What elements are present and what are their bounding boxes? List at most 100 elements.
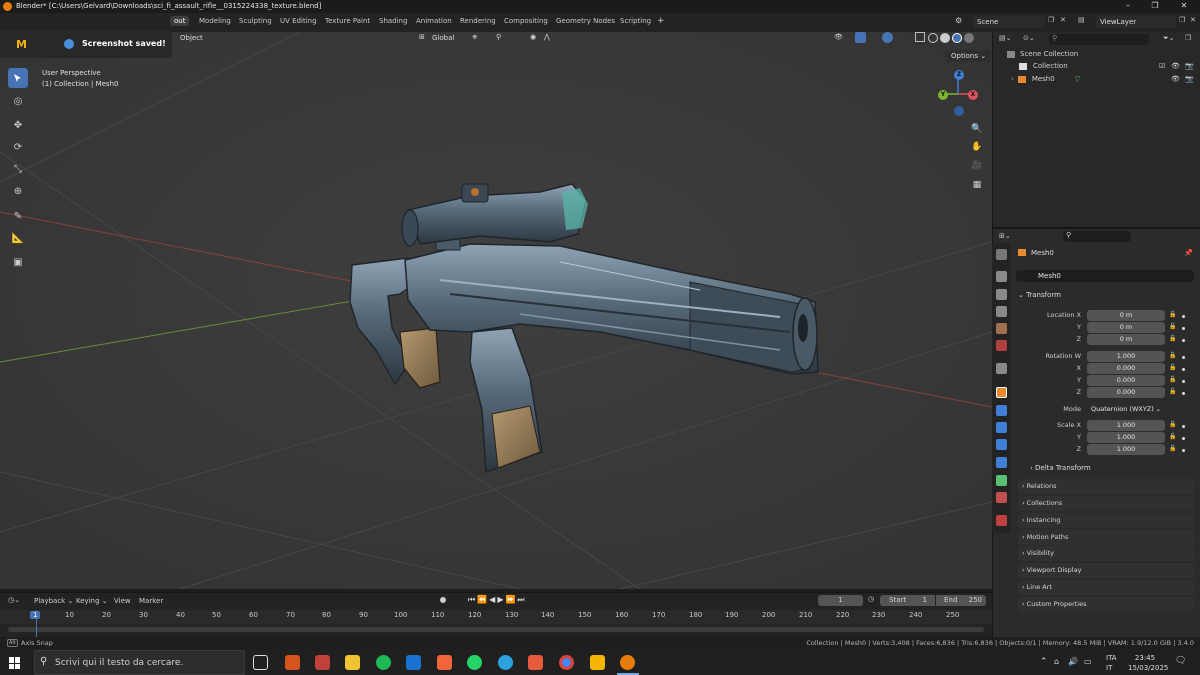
texture-tab-icon[interactable]: [996, 515, 1007, 526]
tab-layout[interactable]: out: [170, 16, 190, 26]
measure-tool-icon[interactable]: 📐: [8, 228, 28, 248]
outliner-row-collection[interactable]: Collection ☑ 👁 📷: [1019, 62, 1199, 70]
panel-instancing[interactable]: › Instancing: [1018, 513, 1194, 528]
scale-tool-icon[interactable]: ⤡: [8, 159, 28, 179]
keyframe-dot[interactable]: [1182, 437, 1185, 440]
display-mode-icon[interactable]: ⊙⌄: [1023, 34, 1035, 42]
keyframe-dot[interactable]: [1182, 356, 1185, 359]
pan-hand-icon[interactable]: ✋: [969, 139, 985, 155]
collection-checkbox[interactable]: ☑: [1159, 62, 1165, 70]
falloff-icon[interactable]: ⋀: [544, 33, 550, 41]
timeline-scrollbar[interactable]: [8, 627, 984, 632]
lock-icon[interactable]: 🔓: [1169, 352, 1176, 359]
tab-rendering[interactable]: Rendering: [460, 17, 496, 25]
new-collection-icon[interactable]: ❐: [1185, 34, 1191, 42]
expand-arrow-icon[interactable]: ›: [1011, 75, 1014, 83]
network-icon[interactable]: ⌂: [1054, 657, 1059, 666]
transform-header[interactable]: ⌄ Transform: [1018, 291, 1061, 299]
gizmo-z-axis[interactable]: Z: [954, 70, 964, 80]
blender-taskbar-icon[interactable]: [620, 655, 635, 670]
keyframe-dot[interactable]: [1182, 315, 1185, 318]
maximize-button[interactable]: ❐: [1143, 1, 1167, 12]
outlook-icon[interactable]: [406, 655, 421, 670]
3d-viewport[interactable]: ◎ ✥ ⟳ ⤡ ⊕ ✎ 📐 ▣ User Perspective (1) Col…: [0, 32, 992, 589]
lock-icon[interactable]: 🔓: [1169, 421, 1176, 428]
select-box-tool[interactable]: [8, 68, 28, 88]
language-indicator[interactable]: ITA IT: [1106, 653, 1117, 673]
minimize-button[interactable]: –: [1116, 1, 1140, 12]
record-button[interactable]: [440, 597, 446, 603]
clock-icon[interactable]: ◷: [868, 595, 874, 603]
marker-menu[interactable]: Marker: [139, 597, 163, 605]
data-tab-icon[interactable]: [996, 475, 1007, 486]
options-dropdown[interactable]: Options ⌄: [946, 50, 992, 62]
keyframe-dot[interactable]: [1182, 449, 1185, 452]
tab-compositing[interactable]: Compositing: [504, 17, 548, 25]
end-frame-field[interactable]: End 250: [936, 595, 986, 606]
viewlayer-icon[interactable]: ▤: [1078, 16, 1085, 24]
timeline-editor-icon[interactable]: ◷⌄: [8, 596, 20, 604]
outliner-row-mesh[interactable]: › Mesh0 ▽ 👁 📷: [1011, 75, 1199, 83]
telegram-icon[interactable]: [498, 655, 513, 670]
object-name-field[interactable]: Mesh0: [1016, 270, 1194, 282]
panel-visibility[interactable]: › Visibility: [1018, 546, 1194, 561]
view-menu[interactable]: View: [114, 597, 131, 605]
delta-transform-header[interactable]: › Delta Transform: [1030, 464, 1091, 472]
scene-close-icon[interactable]: ✕: [1060, 16, 1066, 24]
camera-view-icon[interactable]: 🎥: [969, 158, 985, 174]
lock-icon[interactable]: 🔓: [1169, 364, 1176, 371]
scale-y-field[interactable]: 1.000: [1087, 432, 1165, 443]
location-z-field[interactable]: 0 m: [1087, 334, 1165, 345]
tab-geometry-nodes[interactable]: Geometry Nodes: [556, 17, 615, 25]
start-frame-field[interactable]: Start 1: [880, 595, 935, 606]
render-tab-icon[interactable]: [996, 271, 1007, 282]
volume-icon[interactable]: 🔊: [1068, 657, 1078, 666]
keying-menu[interactable]: Keying ⌄: [76, 597, 108, 605]
keyframe-dot[interactable]: [1182, 425, 1185, 428]
object-menu[interactable]: Object: [180, 34, 203, 42]
ruler-current[interactable]: 1: [30, 611, 41, 619]
tray-chevron-icon[interactable]: ⌃: [1040, 657, 1048, 667]
annotate-tool-icon[interactable]: ✎: [8, 206, 28, 226]
wireframe-shading-icon[interactable]: [928, 33, 938, 43]
location-x-field[interactable]: 0 m: [1087, 310, 1165, 321]
panel-line-art[interactable]: › Line Art: [1018, 580, 1194, 595]
transform-tool-icon[interactable]: ⊕: [8, 181, 28, 201]
properties-search-input[interactable]: ⚲: [1063, 231, 1131, 242]
scene-selector[interactable]: Scene: [973, 16, 1045, 28]
navigation-gizmo[interactable]: Z X Y: [930, 68, 982, 120]
lock-icon[interactable]: 🔓: [1169, 376, 1176, 383]
material-shading-icon[interactable]: [952, 33, 962, 43]
app-store-icon[interactable]: [315, 655, 330, 670]
lock-icon[interactable]: 🔓: [1169, 388, 1176, 395]
rotation-z-field[interactable]: 0.000: [1087, 387, 1165, 398]
gizmo-y-axis[interactable]: Y: [938, 90, 948, 100]
pin-icon[interactable]: 📌: [1184, 249, 1193, 257]
app-dts-icon[interactable]: [285, 655, 300, 670]
output-tab-icon[interactable]: [996, 289, 1007, 300]
tool-tab-icon[interactable]: [996, 249, 1007, 260]
visibility-icon[interactable]: 👁: [834, 33, 843, 41]
viewlayer-selector[interactable]: ViewLayer: [1096, 16, 1176, 28]
lock-icon[interactable]: 🔓: [1169, 335, 1176, 342]
xray-icon[interactable]: [915, 32, 925, 42]
add-cube-tool-icon[interactable]: ▣: [8, 252, 28, 272]
keyframe-dot[interactable]: [1182, 368, 1185, 371]
playback-menu[interactable]: Playback ⌄: [34, 597, 73, 605]
tab-shading[interactable]: Shading: [379, 17, 407, 25]
scale-z-field[interactable]: 1.000: [1087, 444, 1165, 455]
panel-collections[interactable]: › Collections: [1018, 496, 1194, 511]
properties-editor-icon[interactable]: ⊞⌄: [999, 232, 1011, 240]
gizmo-x-axis[interactable]: X: [968, 90, 978, 100]
add-workspace-icon[interactable]: +: [657, 16, 665, 26]
tab-sculpting[interactable]: Sculpting: [239, 17, 272, 25]
material-tab-icon[interactable]: [996, 492, 1007, 503]
gizmo-neg-z-axis[interactable]: [954, 106, 964, 116]
solid-shading-icon[interactable]: [940, 33, 950, 43]
close-button[interactable]: ✕: [1172, 1, 1196, 12]
brave-beta-icon[interactable]: [528, 655, 543, 670]
keyframe-dot[interactable]: [1182, 392, 1185, 395]
panel-viewport-display[interactable]: › Viewport Display: [1018, 563, 1194, 578]
move-tool-icon[interactable]: ✥: [8, 115, 28, 135]
display-icon[interactable]: ▭: [1084, 657, 1092, 666]
